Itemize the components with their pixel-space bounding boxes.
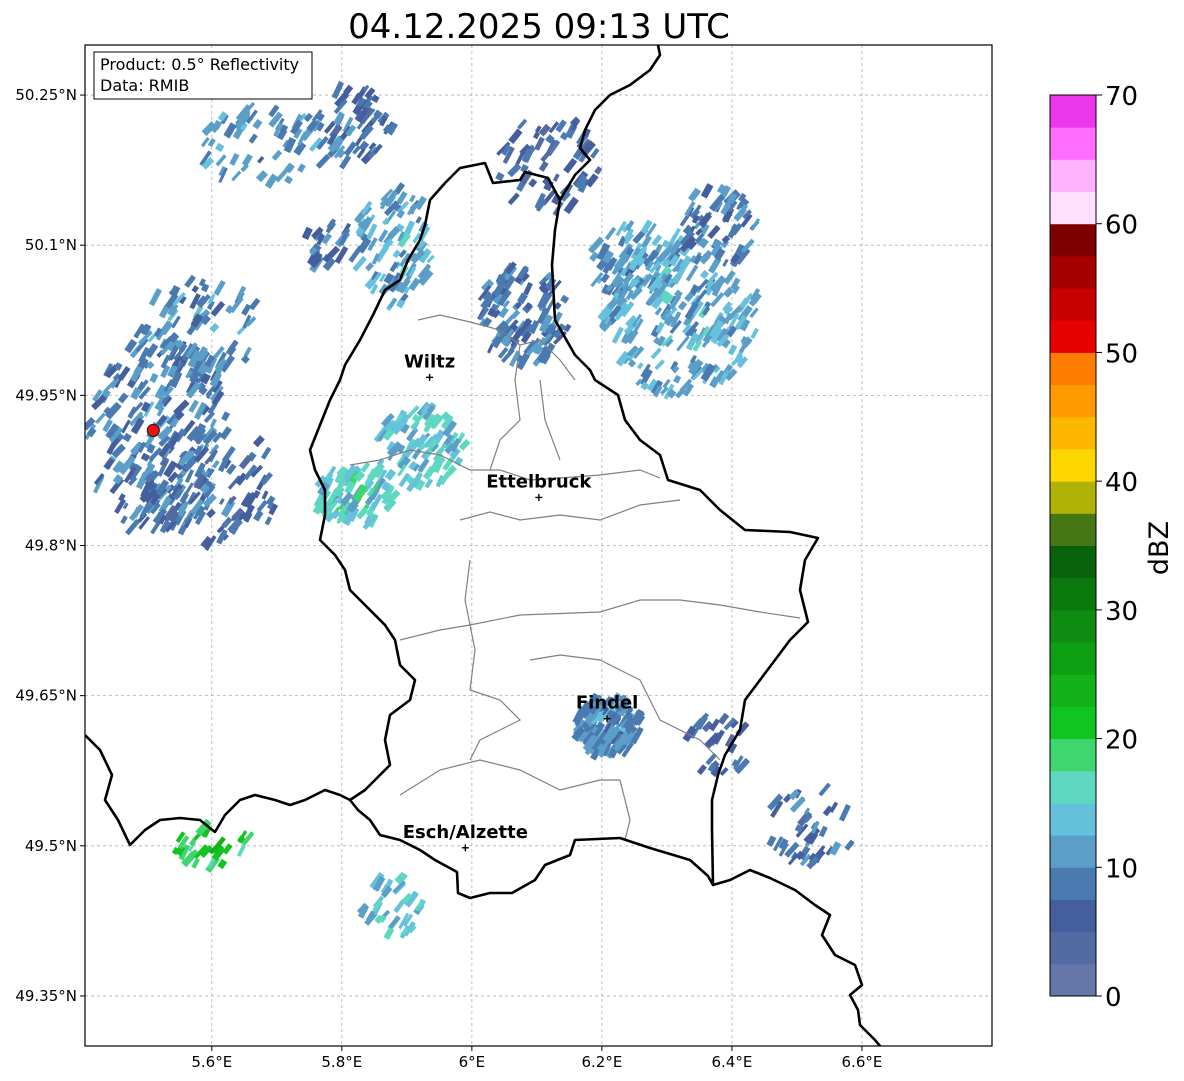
colorbar-bin [1050,609,1096,643]
colorbar-bin [1050,577,1096,611]
radar-site-marker[interactable] [146,423,160,437]
colorbar-bin [1050,288,1096,321]
city-label: Esch/Alzette [403,822,528,843]
x-tick-label: 5.6°E [191,1053,232,1071]
colorbar-bin [1050,899,1096,933]
city-label: Wiltz [404,351,455,372]
colorbar-bin [1050,642,1096,675]
colorbar-tick-label: 50 [1105,339,1138,369]
colorbar-bin [1050,963,1096,997]
colorbar-bin [1050,416,1096,450]
colorbar-bin [1050,931,1096,965]
colorbar-bin [1050,255,1096,289]
y-tick-label: 49.8°N [25,537,77,555]
y-tick-label: 49.95°N [15,386,77,404]
colorbar-bin [1050,223,1096,257]
colorbar-ticks: 0 10 20 30 40 50 60 70 [1096,82,1138,1013]
info-product: Product: 0.5° Reflectivity [100,55,299,74]
colorbar-bin [1050,674,1096,707]
map-area: Wiltz Ettelbruck Findel Esch/Alzette [85,45,992,1046]
colorbar-bin [1050,802,1096,836]
colorbar-bin [1050,191,1096,225]
figure-title: 04.12.2025 09:13 UTC [348,7,730,47]
colorbar-bin [1050,738,1096,772]
colorbar-bin [1050,384,1096,418]
colorbar-bin [1050,320,1096,353]
y-tick-label: 49.35°N [15,987,77,1005]
colorbar-bin [1050,706,1096,740]
x-tick-label: 6.4°E [712,1053,753,1071]
colorbar-bin [1050,545,1096,579]
colorbar-bin [1050,513,1096,546]
colorbar-bin [1050,352,1096,386]
city-label: Ettelbruck [486,471,592,492]
colorbar-tick-label: 60 [1105,211,1138,241]
radar-map-figure: 04.12.2025 09:13 UTC WiltzEttelbruckFind… [15,7,1175,1071]
colorbar-bins [1050,95,1096,997]
x-tick-label: 5.8°E [321,1053,362,1071]
colorbar-tick-label: 30 [1105,597,1138,627]
colorbar-bin [1050,867,1096,900]
colorbar-tick-label: 20 [1105,726,1138,756]
colorbar-bin [1050,448,1096,482]
x-tick-label: 6°E [459,1053,486,1071]
y-tick-label: 49.5°N [25,837,77,855]
colorbar-bin [1050,159,1096,193]
colorbar-bin [1050,835,1096,868]
info-box: Product: 0.5° Reflectivity Data: RMIB [93,51,313,100]
x-tick-label: 6.2°E [581,1053,622,1071]
colorbar-bin [1050,770,1096,804]
colorbar-bin [1050,481,1096,514]
y-tick-label: 50.25°N [15,86,77,104]
colorbar-bin [1050,95,1096,128]
colorbar-tick-label: 0 [1105,983,1122,1013]
colorbar-tick-label: 10 [1105,854,1138,884]
city-label: Findel [576,693,639,714]
colorbar-tick-label: 70 [1105,82,1138,112]
colorbar-tick-label: 40 [1105,468,1138,498]
colorbar-bin [1050,127,1096,160]
colorbar-unit-label: dBZ [1144,521,1175,575]
colorbar: 0 10 20 30 40 50 60 70 dBZ [1049,82,1175,1013]
x-tick-label: 6.6°E [842,1053,883,1071]
y-tick-label: 50.1°N [25,236,77,254]
info-data-source: Data: RMIB [100,76,189,95]
y-tick-label: 49.65°N [15,687,77,705]
